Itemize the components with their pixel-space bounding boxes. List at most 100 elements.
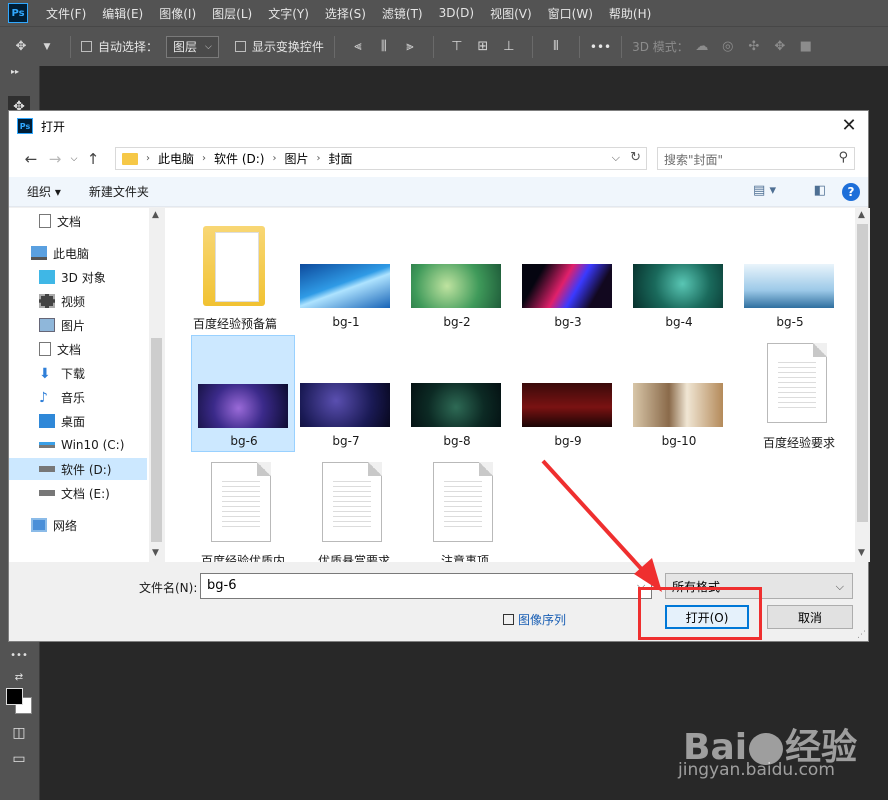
nav-item-drive-e[interactable]: 文档 (E:) (39, 482, 110, 504)
menu-type[interactable]: 文字(Y) (260, 5, 317, 22)
breadcrumb-item[interactable]: 图片 (284, 150, 308, 167)
file-item-bg-8[interactable]: bg-8 (405, 335, 509, 452)
menu-select[interactable]: 选择(S) (317, 5, 374, 22)
menu-window[interactable]: 窗口(W) (540, 5, 601, 22)
file-item-doc-requirements[interactable]: 百度经验要求 (747, 335, 851, 452)
breadcrumb-item[interactable]: 封面 (329, 150, 353, 167)
breadcrumb-item[interactable]: 此电脑 (158, 150, 194, 167)
file-item-doc-quality[interactable]: 百度经验优质内 (191, 458, 295, 562)
more-options-button[interactable]: ••• (590, 40, 611, 54)
nav-item-3d-objects[interactable]: 3D 对象 (39, 266, 106, 288)
file-name: bg-9 (554, 434, 582, 448)
preview-pane-icon[interactable]: ◧ (814, 183, 826, 198)
foreground-color-swatch[interactable] (6, 688, 23, 705)
layer-select[interactable]: 图层 ⌵ (166, 35, 219, 58)
file-item-bg-2[interactable]: bg-2 (405, 216, 509, 333)
nav-item-drive-c[interactable]: Win10 (C:) (39, 434, 124, 456)
back-icon[interactable]: ← (19, 150, 43, 168)
file-item-bg-1[interactable]: bg-1 (294, 216, 398, 333)
nav-item-desktop[interactable]: 桌面 (39, 410, 85, 432)
chevron-down-icon[interactable]: ⌵ (612, 151, 620, 165)
new-folder-button[interactable]: 新建文件夹 (89, 183, 149, 200)
nav-item-downloads[interactable]: ⬇ 下载 (39, 362, 85, 384)
up-icon[interactable]: ↑ (81, 150, 105, 168)
nav-scrollbar-thumb[interactable] (151, 338, 162, 542)
menu-help[interactable]: 帮助(H) (601, 5, 659, 22)
close-icon[interactable]: ✕ (838, 115, 860, 136)
auto-select-checkbox[interactable]: 自动选择： (81, 38, 158, 55)
image-thumbnail (522, 383, 612, 427)
nav-item-music[interactable]: ♪ 音乐 (39, 386, 85, 408)
menu-edit[interactable]: 编辑(E) (94, 5, 151, 22)
view-options-icon[interactable]: ▤ ▾ (753, 183, 776, 198)
nav-item-network[interactable]: 网络 (31, 514, 77, 536)
roll-icon[interactable]: ◎ (719, 38, 737, 56)
nav-item-documents[interactable]: 文档 (39, 210, 81, 232)
file-item-doc-bounty[interactable]: 优质悬赏要求 (302, 458, 406, 562)
file-item-bg-7[interactable]: bg-7 (294, 335, 398, 452)
file-item-doc-notes[interactable]: 注意事项 (413, 458, 517, 562)
photoshop-logo: Ps (8, 3, 28, 23)
document-icon (433, 462, 493, 542)
refresh-icon[interactable]: ↻ (630, 150, 641, 165)
nav-item-documents-2[interactable]: 文档 (39, 338, 81, 360)
menu-3d[interactable]: 3D(D) (431, 6, 482, 20)
file-item-bg-6[interactable]: bg-6 (191, 335, 295, 452)
watermark-url: jingyan.baidu.com (678, 760, 835, 780)
file-item-bg-9[interactable]: bg-9 (516, 335, 620, 452)
align-bottom-icon[interactable]: ⊥ (500, 38, 518, 56)
file-item-bg-4[interactable]: bg-4 (627, 216, 731, 333)
scroll-down-icon[interactable]: ▼ (858, 548, 865, 558)
desktop-icon (39, 414, 55, 428)
chevron-down-icon[interactable]: ▼ (38, 38, 56, 56)
collapse-icon[interactable]: ▸▸ (4, 66, 26, 76)
align-right-icon[interactable]: ⫸ (401, 38, 419, 56)
orbit-icon[interactable]: ☁ (693, 38, 711, 56)
menu-file[interactable]: 文件(F) (38, 5, 94, 22)
swap-colors-icon[interactable]: ⇄ (8, 666, 30, 688)
nav-item-drive-d[interactable]: 软件 (D:) (9, 458, 147, 480)
move-tool-icon[interactable]: ✥ (12, 38, 30, 56)
resize-grip-icon[interactable]: ⋰ (857, 630, 866, 640)
align-middle-icon[interactable]: ⊞ (474, 38, 492, 56)
recent-locations-icon[interactable]: ⌵ (67, 154, 81, 164)
download-icon: ⬇ (39, 366, 51, 382)
search-input[interactable]: 搜索"封面" ⚲ (657, 147, 855, 170)
filename-input[interactable]: bg-6 (200, 573, 652, 599)
file-item-folder[interactable]: 百度经验预备篇 (183, 216, 287, 333)
address-bar[interactable]: › 此电脑 › 软件 (D:) › 图片 › 封面 ⌵ ↻ (115, 147, 647, 170)
image-sequence-checkbox[interactable]: 图像序列 (503, 611, 566, 628)
align-center-icon[interactable]: ⫼ (375, 38, 393, 56)
file-item-bg-10[interactable]: bg-10 (627, 335, 731, 452)
menu-view[interactable]: 视图(V) (482, 5, 540, 22)
slide-icon[interactable]: ✥ (771, 38, 789, 56)
file-item-bg-3[interactable]: bg-3 (516, 216, 620, 333)
menu-layer[interactable]: 图层(L) (204, 5, 260, 22)
file-item-bg-5[interactable]: bg-5 (738, 216, 842, 333)
menu-image[interactable]: 图像(I) (151, 5, 204, 22)
scroll-down-icon[interactable]: ▼ (152, 548, 159, 558)
align-left-icon[interactable]: ⫷ (349, 38, 367, 56)
cancel-button[interactable]: 取消 (767, 605, 853, 629)
content-scrollbar-thumb[interactable] (857, 224, 868, 522)
more-tools-icon[interactable]: ••• (8, 644, 30, 666)
nav-item-this-pc[interactable]: 此电脑 (31, 242, 89, 264)
menu-filter[interactable]: 滤镜(T) (374, 5, 431, 22)
pan-icon[interactable]: ✣ (745, 38, 763, 56)
help-icon[interactable]: ? (842, 183, 860, 201)
quick-mask-icon[interactable]: ◫ (8, 722, 30, 744)
distribute-icon[interactable]: ⦀ (547, 38, 565, 56)
network-icon (31, 518, 47, 532)
align-top-icon[interactable]: ⊤ (448, 38, 466, 56)
nav-item-pictures[interactable]: 图片 (39, 314, 85, 336)
nav-item-videos[interactable]: 视频 (39, 290, 85, 312)
scroll-up-icon[interactable]: ▲ (858, 210, 865, 220)
divider (531, 35, 533, 58)
breadcrumb-item[interactable]: 软件 (D:) (214, 150, 264, 167)
screen-mode-icon[interactable]: ▭ (8, 748, 30, 770)
forward-icon[interactable]: → (43, 150, 67, 168)
organize-button[interactable]: 组织 ▾ (27, 183, 61, 200)
camera-icon[interactable]: ■ (797, 38, 815, 56)
show-transform-checkbox[interactable]: 显示变换控件 (234, 38, 324, 55)
scroll-up-icon[interactable]: ▲ (152, 210, 159, 220)
